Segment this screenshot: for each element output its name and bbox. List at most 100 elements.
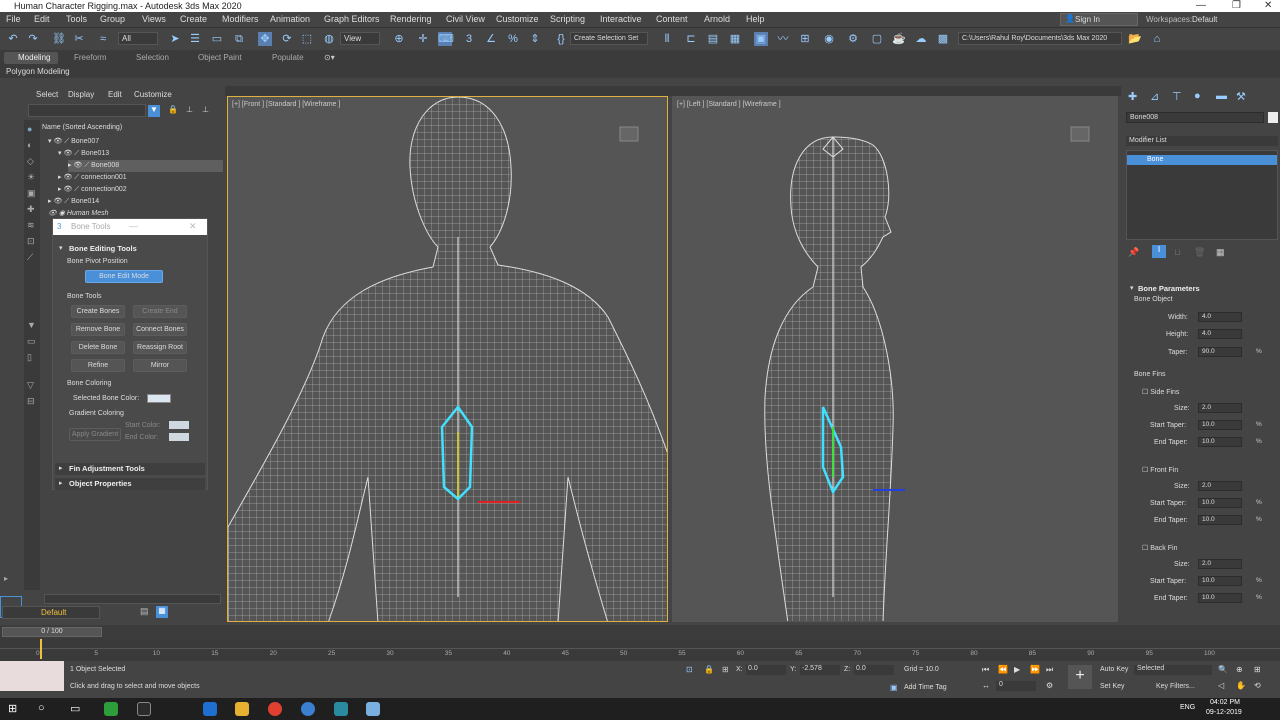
explorer-menu-display[interactable]: Display bbox=[68, 90, 94, 99]
refine-button[interactable]: Refine bbox=[71, 359, 125, 372]
maximize-button[interactable]: ❐ bbox=[1232, 0, 1241, 12]
display-tab-icon[interactable]: ▬ bbox=[1216, 90, 1227, 102]
create-tab-icon[interactable]: ✚ bbox=[1128, 90, 1137, 103]
key-set-dropdown[interactable]: Selected bbox=[1134, 665, 1212, 675]
edge-taskbar-icon[interactable] bbox=[203, 702, 217, 716]
apply-gradient-button[interactable]: Apply Gradient bbox=[69, 428, 121, 441]
back-fin-checkbox-label[interactable]: ☐ Back Fin bbox=[1142, 544, 1177, 552]
tree-item[interactable]: ▸ 👁 ⟋ Bone014 bbox=[48, 196, 198, 208]
align-icon[interactable]: ⊏ bbox=[684, 32, 698, 46]
schematic-view-icon[interactable]: ⊞ bbox=[798, 32, 812, 46]
side-fin-start-taper-spinner[interactable]: 10.0 bbox=[1198, 420, 1242, 430]
select-object-icon[interactable]: ➤ bbox=[168, 32, 182, 46]
end-color-swatch[interactable] bbox=[169, 433, 189, 441]
pan-icon[interactable]: ✋ bbox=[1236, 681, 1246, 690]
configure-sets-icon[interactable]: ▦ bbox=[1216, 247, 1225, 258]
unlink-icon[interactable]: ✂ bbox=[72, 32, 86, 46]
menu-content[interactable]: Content bbox=[656, 14, 688, 24]
project-path-dropdown[interactable]: C:\Users\Rahul Roy\Documents\3ds Max 202… bbox=[958, 32, 1122, 45]
motion-tab-icon[interactable]: ● bbox=[1194, 90, 1201, 102]
front-viewport-label[interactable]: [+] [Front ] [Standard ] [Wireframe ] bbox=[232, 101, 340, 108]
time-slider[interactable]: 0 / 100 bbox=[0, 625, 1280, 639]
expand-triangle-icon[interactable]: ▾ 👁 ⟋ bbox=[58, 150, 81, 157]
redo-icon[interactable]: ↷ bbox=[26, 32, 40, 46]
fin-adjustment-rollout[interactable]: ▸ Fin Adjustment Tools bbox=[55, 463, 205, 475]
select-by-name-icon[interactable]: ☰ bbox=[188, 32, 202, 46]
start-color-swatch[interactable] bbox=[169, 421, 189, 429]
selection-lock-icon[interactable]: 🔒 bbox=[704, 665, 714, 674]
project-icon[interactable]: ⌂ bbox=[1150, 32, 1164, 46]
menu-help[interactable]: Help bbox=[746, 14, 765, 24]
close-icon[interactable]: ✕ bbox=[189, 221, 197, 232]
isolate-icon[interactable]: ⊡ bbox=[686, 665, 693, 674]
undo-icon[interactable]: ↶ bbox=[6, 32, 20, 46]
percent-snap-icon[interactable]: % bbox=[506, 32, 520, 46]
layer-explorer-icon[interactable]: ▦ bbox=[728, 32, 742, 46]
window-crossing-icon[interactable]: ⧉ bbox=[232, 32, 246, 46]
connect-bones-button[interactable]: Connect Bones bbox=[133, 323, 187, 336]
viewcube[interactable] bbox=[619, 126, 639, 142]
rendered-frame-icon[interactable]: ▢ bbox=[870, 32, 884, 46]
lock-icon[interactable]: 🔒 bbox=[168, 105, 178, 114]
go-to-start-icon[interactable]: ⏮ bbox=[982, 665, 989, 675]
sign-in-dropdown[interactable]: 👤 Sign In bbox=[1060, 13, 1138, 26]
display-helpers-icon[interactable]: ✚ bbox=[27, 204, 35, 215]
workspace-dropdown[interactable]: Default bbox=[1192, 15, 1217, 24]
back-fin-start-taper-spinner[interactable]: 10.0 bbox=[1198, 576, 1242, 586]
chrome-taskbar-icon[interactable] bbox=[268, 702, 282, 716]
back-fin-size-spinner[interactable]: 2.0 bbox=[1198, 559, 1242, 569]
rotate-icon[interactable]: ⟳ bbox=[280, 32, 294, 46]
pivot-icon[interactable]: ⊕ bbox=[392, 32, 406, 46]
ribbon-options-icon[interactable]: ⊙▾ bbox=[324, 53, 335, 65]
time-tag-icon[interactable]: ▣ bbox=[890, 683, 898, 692]
scale-icon[interactable]: ⬚ bbox=[300, 32, 314, 46]
edit-named-sel-icon[interactable]: {} bbox=[554, 32, 568, 46]
menu-file[interactable]: File bbox=[6, 14, 21, 24]
display-cameras-icon[interactable]: ▣ bbox=[27, 188, 36, 199]
material-editor-icon[interactable]: ◉ bbox=[822, 32, 836, 46]
modify-tab-icon[interactable]: ⊿ bbox=[1150, 90, 1159, 103]
current-frame-marker[interactable] bbox=[40, 639, 42, 659]
camtasia-taskbar-icon[interactable] bbox=[104, 702, 118, 716]
play-icon[interactable]: ▶ bbox=[1014, 665, 1020, 674]
ribbon-tab-selection[interactable]: Selection bbox=[136, 53, 169, 65]
y-coordinate-field[interactable]: -2.578 bbox=[800, 665, 840, 675]
object-name-field[interactable]: Bone008 bbox=[1126, 112, 1264, 123]
layer-manager-icon[interactable]: ▤ bbox=[140, 606, 149, 617]
back-fin-end-taper-spinner[interactable]: 10.0 bbox=[1198, 593, 1242, 603]
expand-triangle-icon[interactable]: ▸ 👁 ⟋ bbox=[48, 198, 71, 205]
modifier-list-dropdown[interactable]: Modifier List bbox=[1126, 136, 1278, 146]
zoom-all-icon[interactable]: ⊕ bbox=[1236, 665, 1243, 674]
front-fin-start-taper-spinner[interactable]: 10.0 bbox=[1198, 498, 1242, 508]
display-spacewarps-icon[interactable]: ≋ bbox=[27, 220, 35, 231]
task-view-icon[interactable]: ▭ bbox=[70, 702, 80, 715]
avid-taskbar-icon[interactable] bbox=[137, 702, 151, 716]
bone-parameters-header[interactable]: Bone Parameters bbox=[1138, 284, 1200, 293]
render-setup-icon[interactable]: ⚙ bbox=[846, 32, 860, 46]
explorer-scrollbar[interactable] bbox=[44, 594, 221, 604]
display-lights-icon[interactable]: ☀ bbox=[27, 172, 35, 183]
zoom-extents-icon[interactable]: ⊞ bbox=[1254, 665, 1261, 674]
tree-item[interactable]: ▸ 👁 ⟋ connection002 bbox=[58, 184, 208, 196]
expand-triangle-icon[interactable]: ▾ 👁 ⟋ bbox=[48, 138, 71, 145]
link-icon[interactable]: ⛓ bbox=[52, 32, 66, 46]
tree-item-selected[interactable]: ▸ 👁 ⟋ Bone008 bbox=[68, 160, 223, 172]
zoom-icon[interactable]: 🔍 bbox=[1218, 665, 1228, 674]
menu-civil-view[interactable]: Civil View bbox=[446, 14, 485, 24]
bone-editing-tools-header[interactable]: Bone Editing Tools bbox=[69, 244, 137, 253]
select-manipulate-icon[interactable]: ✛ bbox=[416, 32, 430, 46]
display-shapes-icon[interactable]: ◇ bbox=[27, 156, 34, 167]
menu-edit[interactable]: Edit bbox=[34, 14, 50, 24]
next-frame-icon[interactable]: ⏩ bbox=[1030, 665, 1040, 674]
filter-icon[interactable]: ▼ bbox=[27, 320, 36, 330]
explorer-column-header[interactable]: Name (Sorted Ascending) bbox=[42, 124, 122, 131]
side-fins-checkbox-label[interactable]: ☐ Side Fins bbox=[1142, 388, 1179, 396]
snaps-toggle-icon[interactable]: 3 bbox=[462, 32, 476, 46]
explorer-menu-customize[interactable]: Customize bbox=[134, 90, 172, 99]
search-icon[interactable]: ○ bbox=[38, 702, 45, 714]
menu-scripting[interactable]: Scripting bbox=[550, 14, 585, 24]
menu-graph-editors[interactable]: Graph Editors bbox=[324, 14, 380, 24]
collapse-icon[interactable]: ▾ bbox=[59, 244, 63, 252]
ribbon-tab-freeform[interactable]: Freeform bbox=[74, 53, 106, 65]
create-bones-button[interactable]: Create Bones bbox=[71, 305, 125, 318]
